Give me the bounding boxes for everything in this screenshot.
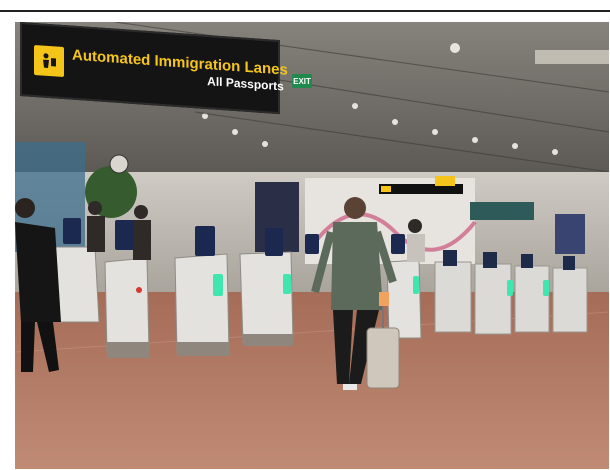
gates-rear — [434, 261, 588, 335]
gate-stop-light — [136, 287, 142, 293]
sign-title: Automated Immigration Lanes — [72, 46, 288, 79]
person-passport-icon — [34, 44, 64, 78]
skylight — [535, 50, 609, 64]
wall-screens — [470, 202, 534, 220]
wall-clock — [109, 154, 129, 174]
right-poster — [555, 214, 585, 254]
top-rule — [0, 10, 610, 12]
exit-sign: EXIT — [292, 74, 312, 88]
far-sign-yellow — [435, 176, 455, 186]
